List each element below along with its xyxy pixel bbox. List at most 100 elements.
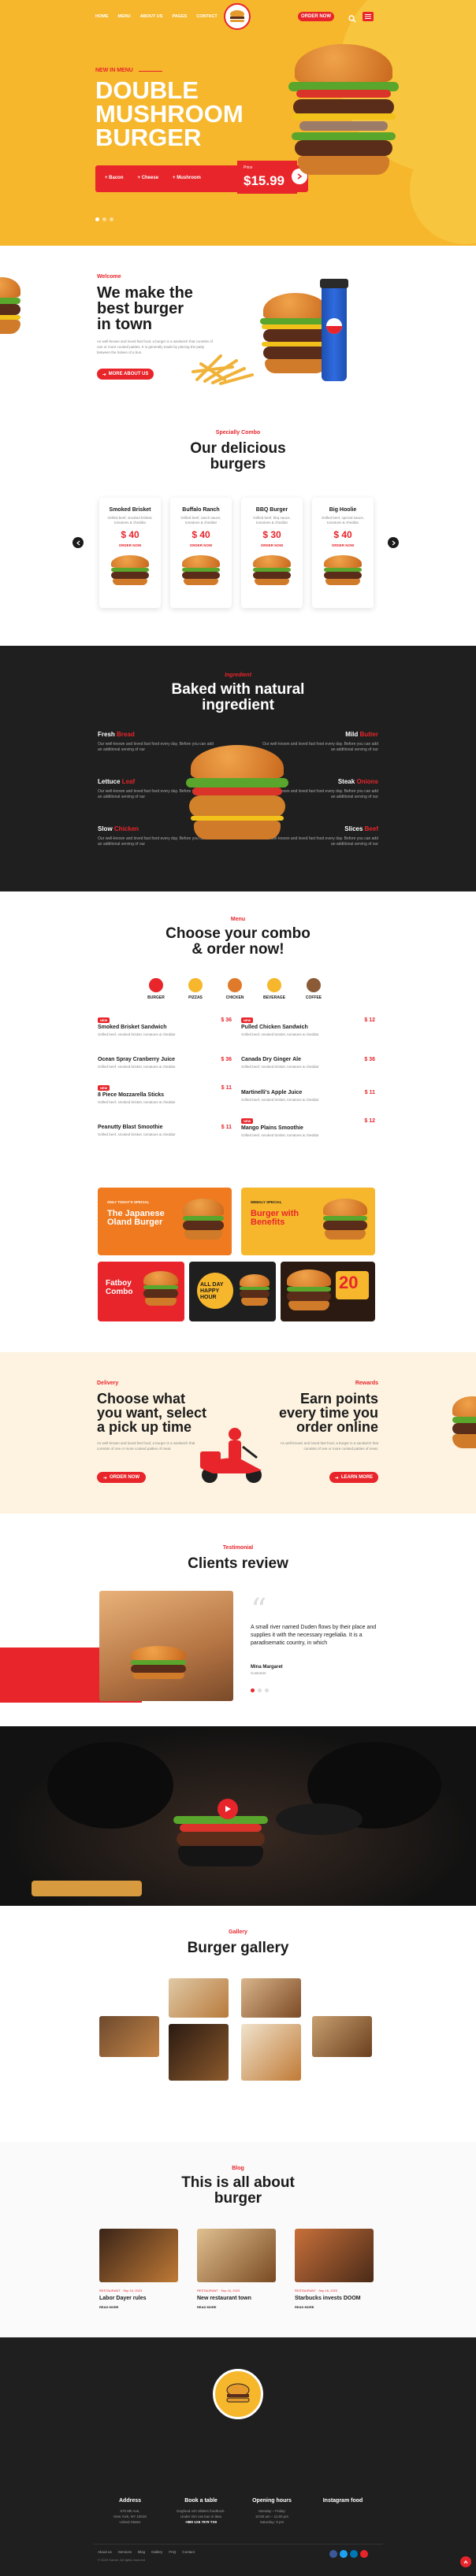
- menu-item[interactable]: Martinelli's Apple Juice $ 11 Grilled beef…: [241, 1090, 375, 1103]
- combos-prev-arrow-icon[interactable]: [73, 537, 84, 548]
- testimonial-dots[interactable]: [251, 1688, 269, 1692]
- nav-contact[interactable]: CONTACT: [196, 14, 217, 19]
- option-cheese[interactable]: Cheese: [142, 176, 158, 180]
- glove-left: [47, 1742, 173, 1829]
- menu-item[interactable]: NEW Smoked Brisket Sandwich $ 36 Grilled be…: [98, 1017, 232, 1037]
- combo-card[interactable]: BBQ Burger Grilled beef, bbq sauce, toma…: [241, 498, 303, 608]
- nav-about[interactable]: ABOUT US: [140, 14, 163, 19]
- combo-card[interactable]: Smoked Brisket Grilled beef, smoked bris…: [99, 498, 161, 608]
- category-chicken[interactable]: CHICKEN: [221, 978, 249, 1000]
- about-title: We make the best burger in town: [97, 284, 193, 333]
- facebook-icon[interactable]: [329, 2550, 337, 2558]
- blog-post-title[interactable]: New restaurant town: [197, 2296, 276, 2301]
- testimonial-quote: A small river named Duden flows by their…: [251, 1625, 377, 1646]
- order-now-link[interactable]: ORDER NOW: [312, 543, 374, 547]
- delivery-title: Choose what you want, select a pick up t…: [97, 1391, 207, 1435]
- blog-post[interactable]: RESTAURANT · Sep 16, 2023 Starbucks inve…: [295, 2229, 374, 2309]
- promo-banner-japanese[interactable]: ONLY TODAY'S SPECIAL The Japanese Oland …: [98, 1188, 232, 1255]
- price-value: $15.99: [244, 173, 284, 188]
- category-burger[interactable]: BURGER: [142, 978, 170, 1000]
- blog-post-image[interactable]: [99, 2229, 178, 2282]
- combos-next-arrow-icon[interactable]: [388, 537, 399, 548]
- promo-banner-20[interactable]: 20: [281, 1262, 375, 1321]
- order-now-button[interactable]: ORDER NOW: [298, 12, 334, 21]
- hero-options: + Bacon + Cheese + Mushroom: [105, 176, 201, 180]
- more-about-button[interactable]: MORE ABOUT US: [97, 369, 154, 380]
- promo-banner-happy-hour[interactable]: ALL DAY HAPPY HOUR: [189, 1262, 276, 1321]
- gallery-image[interactable]: [169, 2024, 229, 2081]
- testimonial-title: Clients review: [188, 1555, 288, 1572]
- combo-burger-image: [324, 555, 362, 585]
- delivery-order-button[interactable]: ORDER NOW: [97, 1472, 146, 1483]
- hero-burger-image: [288, 39, 399, 181]
- blog-post[interactable]: RESTAURANT · Sep 16, 2023 Labor Dayer ru…: [99, 2229, 178, 2309]
- gallery-image[interactable]: [312, 2016, 372, 2057]
- footer-link[interactable]: Services: [118, 2550, 132, 2554]
- footer-link[interactable]: Blog: [138, 2550, 145, 2554]
- footer-link[interactable]: About us: [98, 2550, 112, 2554]
- menu-item[interactable]: NEW 8 Piece Mozzarella Sticks $ 11 Grilled …: [98, 1085, 232, 1105]
- footer-link[interactable]: Contact: [182, 2550, 195, 2554]
- option-mushroom[interactable]: Mushroom: [177, 176, 201, 180]
- blog-post[interactable]: RESTAURANT · Sep 16, 2023 New restaurant…: [197, 2229, 276, 2309]
- order-now-link[interactable]: ORDER NOW: [241, 543, 303, 547]
- menu-toggle-icon[interactable]: [363, 12, 374, 21]
- combo-card[interactable]: Big Hoolie Grilled beef, special sauce, …: [312, 498, 374, 608]
- youtube-icon[interactable]: [360, 2550, 368, 2558]
- nav-menu[interactable]: MENU: [118, 14, 131, 19]
- order-now-link[interactable]: ORDER NOW: [99, 543, 161, 547]
- combo-burger-image: [111, 555, 149, 585]
- coffee-icon: [307, 978, 321, 992]
- scroll-to-top-icon[interactable]: [460, 2556, 471, 2567]
- banner-burger-image: [143, 1271, 178, 1310]
- logo[interactable]: [224, 3, 251, 30]
- promo-banner-benefits[interactable]: WEEKLY SPECIAL Burger with Benefits: [241, 1188, 375, 1255]
- gallery-image[interactable]: [169, 1978, 229, 2018]
- read-more-link[interactable]: READ MORE: [99, 2305, 178, 2309]
- learn-more-button[interactable]: LEARN MORE: [329, 1472, 378, 1483]
- gallery-image[interactable]: [241, 2024, 301, 2081]
- menu-item[interactable]: NEW Pulled Chicken Sandwich $ 12 Grilled be…: [241, 1017, 375, 1037]
- gallery-image[interactable]: [241, 1978, 301, 2018]
- option-bacon[interactable]: Bacon: [109, 176, 123, 180]
- promo-banner-fatboy[interactable]: Fatboy Combo: [98, 1262, 184, 1321]
- black-bun-top: [276, 1803, 363, 1835]
- side-burger-decor: [0, 277, 20, 387]
- hero-slider-dots[interactable]: [95, 211, 117, 225]
- menu-item[interactable]: Canada Dry Ginger Ale $ 36 Grilled beef, s…: [241, 1057, 375, 1069]
- about-tag: Welcome: [97, 274, 121, 280]
- search-icon[interactable]: [348, 13, 356, 23]
- footer-links: About us Services Blog Gallery FAQ Conta…: [98, 2550, 195, 2554]
- blog-post-image[interactable]: [197, 2229, 276, 2282]
- footer-logo[interactable]: [213, 2369, 263, 2419]
- footer-link[interactable]: Gallery: [151, 2550, 162, 2554]
- linkedin-icon[interactable]: [350, 2550, 358, 2558]
- category-beverage[interactable]: BEVERAGE: [260, 978, 288, 1000]
- footer-link[interactable]: FAQ: [169, 2550, 176, 2554]
- category-pizzas[interactable]: PIZZAS: [181, 978, 210, 1000]
- ingredients-tag: Ingredient: [225, 673, 251, 678]
- menu-item[interactable]: Peanutty Blast Smoothie $ 11 Grilled beef,…: [98, 1125, 232, 1137]
- arrow-right-icon: [102, 373, 106, 376]
- rewards-title: Earn points every time you order online: [278, 1391, 378, 1435]
- blog-post-image[interactable]: [295, 2229, 374, 2282]
- combo-card[interactable]: Buffalo Ranch Grilled beef, ranch sauce,…: [170, 498, 232, 608]
- delivery-section: Delivery Choose what you want, select a …: [0, 1352, 476, 1514]
- twitter-icon[interactable]: [340, 2550, 348, 2558]
- read-more-link[interactable]: READ MORE: [197, 2305, 276, 2309]
- price-label: Price: [244, 165, 253, 170]
- testimonial-section: Testimonial Clients review “ A small riv…: [0, 1514, 476, 1726]
- menu-item[interactable]: NEW Mango Plains Smoothie $ 12 Grilled beef…: [241, 1118, 375, 1138]
- play-video-icon[interactable]: [218, 1799, 238, 1819]
- nav-pages[interactable]: PAGES: [172, 14, 187, 19]
- nav-home[interactable]: HOME: [95, 14, 109, 19]
- delivery-text: As well-known and loved fast food, a bur…: [97, 1441, 195, 1451]
- blog-post-title[interactable]: Labor Dayer rules: [99, 2296, 178, 2301]
- blog-post-title[interactable]: Starbucks invests DOOM: [295, 2296, 374, 2301]
- gallery-image[interactable]: [99, 2016, 159, 2057]
- category-coffee[interactable]: COFFEE: [299, 978, 328, 1000]
- read-more-link[interactable]: READ MORE: [295, 2305, 374, 2309]
- menu-item[interactable]: Ocean Spray Cranberry Juice $ 36 Grilled b…: [98, 1057, 232, 1069]
- order-now-link[interactable]: ORDER NOW: [170, 543, 232, 547]
- footer: Address 570 8th Ave, New York, NY 10018 Un…: [0, 2337, 476, 2576]
